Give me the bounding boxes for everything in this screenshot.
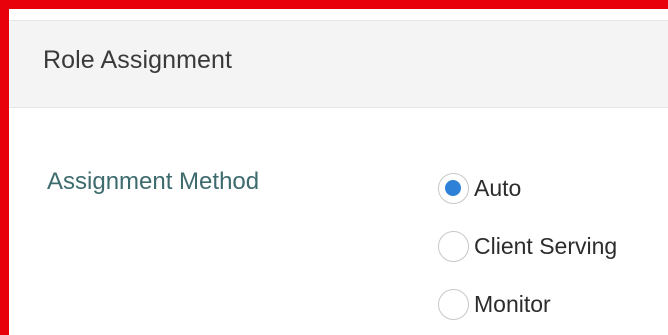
radio-button-client-serving[interactable]	[438, 231, 469, 262]
radio-option-auto[interactable]: Auto	[438, 173, 521, 204]
radio-label-monitor: Monitor	[474, 291, 551, 317]
radio-label-auto: Auto	[474, 175, 522, 201]
section-title: Role Assignment	[43, 46, 233, 74]
radio-option-client-serving[interactable]: Client Serving	[438, 231, 617, 262]
radio-label-client-serving: Client Serving	[474, 233, 618, 259]
radio-button-auto[interactable]	[438, 173, 469, 204]
radio-button-monitor[interactable]	[438, 289, 469, 320]
assignment-method-label: Assignment Method	[47, 168, 260, 195]
highlight-frame-top	[0, 0, 668, 9]
radio-option-monitor[interactable]: Monitor	[438, 289, 551, 320]
